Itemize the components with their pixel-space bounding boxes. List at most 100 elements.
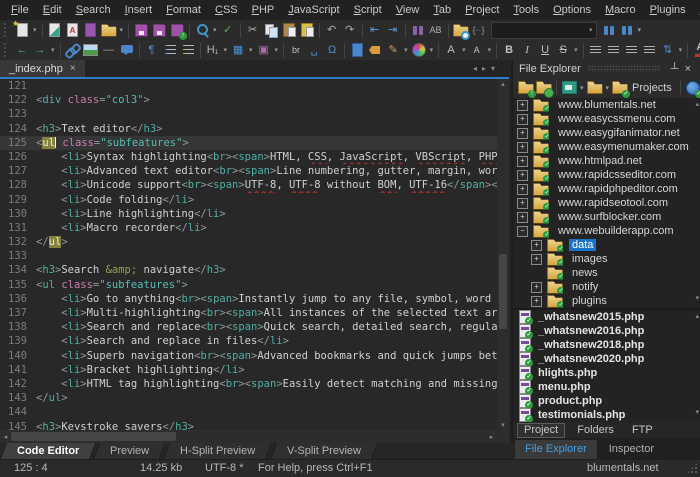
- document-template-button[interactable]: [64, 20, 82, 40]
- tab-list-dropdown[interactable]: ▾: [491, 64, 495, 73]
- editor-vertical-scrollbar[interactable]: ▴ ▾: [497, 79, 509, 430]
- find-next-button[interactable]: [618, 20, 636, 40]
- tree-expander-icon[interactable]: +: [517, 183, 528, 195]
- navigate-dropdown[interactable]: ▾: [49, 46, 57, 54]
- cut-button[interactable]: ✂: [244, 20, 262, 40]
- code-area[interactable]: 121 122 <div class="col3"> 123 124 <h3>Text e…: [0, 79, 497, 430]
- align-right-button[interactable]: [623, 40, 641, 60]
- insert-hr-button[interactable]: —: [100, 40, 118, 60]
- code-line-135[interactable]: 135 <ul class="subfeatures">: [0, 278, 497, 292]
- toolbar-grip[interactable]: [4, 43, 9, 57]
- files-scroll-down-icon[interactable]: ▾: [695, 408, 699, 416]
- open-folder-button[interactable]: [100, 20, 118, 40]
- tree-expander-icon[interactable]: +: [517, 127, 528, 139]
- tree-expander-icon[interactable]: +: [517, 141, 528, 153]
- code-line-140[interactable]: 140 <li>Superb navigation<br><span>Advan…: [0, 349, 497, 363]
- font-size-increase-dropdown[interactable]: ▾: [460, 46, 468, 54]
- code-line-133[interactable]: 133: [0, 249, 497, 263]
- save-all-button[interactable]: [150, 20, 168, 40]
- tree-scroll-up-icon[interactable]: ▴: [695, 100, 699, 108]
- code-line-132[interactable]: 132 </ul>: [0, 235, 497, 249]
- open-folder-dropdown[interactable]: ▾: [118, 26, 126, 34]
- toolbar-grip[interactable]: [4, 23, 9, 37]
- menu-item-file[interactable]: File: [4, 2, 36, 18]
- tree-expander-icon[interactable]: +: [531, 253, 542, 265]
- tree-item-data[interactable]: + ✓ data: [513, 238, 700, 252]
- font-size-increase-button[interactable]: A: [442, 40, 460, 60]
- insert-div-button[interactable]: ▣: [255, 40, 273, 60]
- view-mode-button[interactable]: [560, 78, 578, 98]
- file-item--whatsnew2015-php[interactable]: ✓ _whatsnew2015.php: [513, 310, 700, 325]
- text-style-dropdown[interactable]: ▾: [572, 46, 580, 54]
- bullet-list-button[interactable]: [161, 40, 179, 60]
- scroll-up-icon[interactable]: ▴: [497, 80, 509, 88]
- file-item--whatsnew2020-php[interactable]: ✓ _whatsnew2020.php: [513, 352, 700, 367]
- find-options-dropdown[interactable]: ▾: [636, 26, 644, 34]
- line-break-button[interactable]: br: [287, 40, 305, 60]
- code-line-130[interactable]: 130 <li>Line highlighting</li>: [0, 207, 497, 221]
- code-line-129[interactable]: 129 <li>Code folding</li>: [0, 193, 497, 207]
- tree-expander-icon[interactable]: +: [531, 281, 542, 293]
- tree-item-www-easygifanimator-net[interactable]: + ✓ www.easygifanimator.net: [513, 126, 700, 140]
- code-line-124[interactable]: 124 <h3>Text editor</h3>: [0, 122, 497, 136]
- resize-grip[interactable]: [686, 462, 698, 474]
- code-snippets-button[interactable]: {··}: [470, 20, 488, 40]
- color-picker-button[interactable]: [410, 40, 428, 60]
- new-file-dropdown[interactable]: ▾: [31, 26, 39, 34]
- file-item-testimonials-php[interactable]: ✓ testimonials.php: [513, 408, 700, 422]
- files-scroll-up-icon[interactable]: ▴: [695, 312, 699, 320]
- insert-comment-button[interactable]: [118, 40, 136, 60]
- paste-button[interactable]: [280, 20, 298, 40]
- menu-item-tools[interactable]: Tools: [506, 2, 546, 18]
- special-char-button[interactable]: Ω: [323, 40, 341, 60]
- menu-item-plugins[interactable]: Plugins: [643, 2, 693, 18]
- find-in-files-button[interactable]: [452, 20, 470, 40]
- insert-div-dropdown[interactable]: ▾: [273, 46, 281, 54]
- file-item-product-php[interactable]: ✓ product.php: [513, 394, 700, 409]
- code-line-134[interactable]: 134 <h3>Search &amp; navigate</h3>: [0, 263, 497, 277]
- tree-item-www-rapidphpeditor-com[interactable]: + ✓ www.rapidphpeditor.com: [513, 182, 700, 196]
- search-button[interactable]: [193, 20, 211, 40]
- insert-table-button[interactable]: ▦: [229, 40, 247, 60]
- menu-item-options[interactable]: Options: [546, 2, 598, 18]
- horizontal-scrollbar-thumb[interactable]: [11, 432, 176, 441]
- code-line-137[interactable]: 137 <li>Multi-highlighting<br><span>All …: [0, 306, 497, 320]
- explorer-tab-folders[interactable]: Folders: [571, 424, 620, 437]
- scroll-down-icon[interactable]: ▾: [497, 421, 509, 429]
- paste-text-button[interactable]: [298, 20, 316, 40]
- menu-item-macro[interactable]: Macro: [598, 2, 643, 18]
- code-line-144[interactable]: 144: [0, 405, 497, 419]
- code-line-136[interactable]: 136 <li>Go to anything<br><span>Instantl…: [0, 292, 497, 306]
- file-item-menu-php[interactable]: ✓ menu.php: [513, 380, 700, 395]
- find-button[interactable]: [409, 20, 427, 40]
- align-justify-button[interactable]: [641, 40, 659, 60]
- new-file-button[interactable]: [12, 20, 31, 40]
- tree-item-www-easymenumaker-com[interactable]: + ✓ www.easymenumaker.com: [513, 140, 700, 154]
- print-button[interactable]: [82, 20, 100, 40]
- tree-expander-icon[interactable]: +: [531, 239, 542, 251]
- code-line-122[interactable]: 122 <div class="col3">: [0, 93, 497, 107]
- menu-item-help[interactable]: Help: [693, 2, 700, 18]
- code-line-139[interactable]: 139 <li>Search and replace in files</li>: [0, 334, 497, 348]
- menu-item-php[interactable]: PHP: [245, 2, 282, 18]
- code-line-142[interactable]: 142 <li>HTML tag highlighting<br><span>E…: [0, 377, 497, 391]
- tree-item-news[interactable]: ✓ news: [513, 266, 700, 280]
- code-line-128[interactable]: 128 <li>Unicode support<br><span>UTF-8, …: [0, 178, 497, 192]
- code-line-145[interactable]: 145 <h3>Keystroke savers</h3>: [0, 420, 497, 431]
- italic-button[interactable]: I: [518, 40, 536, 60]
- insert-table-dropdown[interactable]: ▾: [247, 46, 255, 54]
- tree-item-www-surfblocker-com[interactable]: + ✓ www.surfblocker.com: [513, 210, 700, 224]
- font-size-decrease-button[interactable]: A: [468, 40, 486, 60]
- line-spacing-dropdown[interactable]: ▾: [677, 46, 685, 54]
- menu-item-script[interactable]: Script: [347, 2, 389, 18]
- code-line-127[interactable]: 127 <li>Advanced text editor<br><span>Li…: [0, 164, 497, 178]
- file-item--whatsnew2018-php[interactable]: ✓ _whatsnew2018.php: [513, 338, 700, 353]
- tree-scroll-down-icon[interactable]: ▾: [695, 294, 699, 302]
- code-line-126[interactable]: 126 <li>Syntax highlighting<br><span>HTM…: [0, 150, 497, 164]
- format-painter-button[interactable]: ✎: [384, 40, 402, 60]
- tree-item-images[interactable]: + ✓ images: [513, 252, 700, 266]
- tree-expander-icon[interactable]: +: [517, 197, 528, 209]
- format-painter-dropdown[interactable]: ▾: [402, 46, 410, 54]
- tree-expander-icon[interactable]: +: [517, 211, 528, 223]
- tree-expander-icon[interactable]: +: [517, 99, 528, 111]
